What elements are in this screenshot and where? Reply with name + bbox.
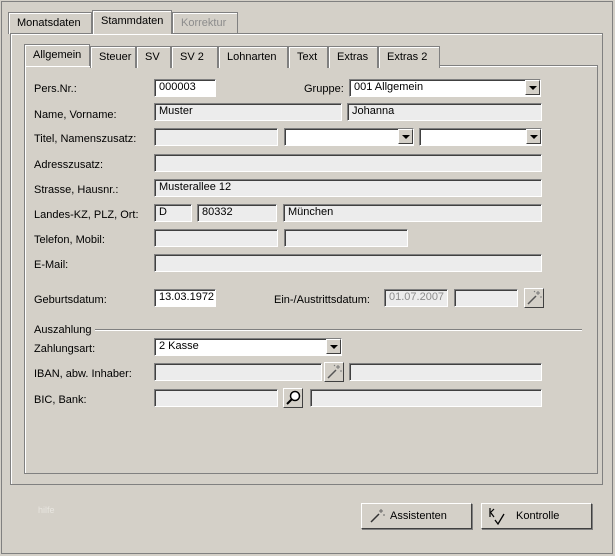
- adresszusatz-field[interactable]: [154, 154, 542, 172]
- strasse-label: Strasse, Hausnr.:: [34, 184, 119, 196]
- tab-label: SV: [145, 51, 160, 63]
- bank-field[interactable]: [310, 389, 542, 407]
- chevron-down-icon[interactable]: [398, 129, 413, 144]
- zahlungsart-label: Zahlungsart:: [34, 343, 96, 355]
- tab-korrektur[interactable]: Korrektur: [172, 12, 238, 34]
- tab-lohnarten[interactable]: Lohnarten: [218, 46, 288, 68]
- tab-label: Korrektur: [181, 17, 227, 29]
- bic-label: BIC, Bank:: [34, 394, 87, 406]
- email-field[interactable]: [154, 254, 542, 272]
- land-field[interactable]: D: [154, 204, 192, 222]
- einaus-label: Ein-/Austrittsdatum:: [274, 294, 370, 306]
- bic-search-button[interactable]: [283, 388, 303, 408]
- gruppe-value: 001 Allgemein: [354, 81, 424, 93]
- tab-sv[interactable]: SV: [136, 46, 171, 68]
- persnr-label: Pers.Nr.:: [34, 83, 77, 95]
- tab-steuer[interactable]: Steuer: [90, 46, 136, 68]
- check-icon: [489, 508, 505, 526]
- tab-monatsdaten[interactable]: Monatsdaten: [8, 12, 92, 34]
- geburt-field[interactable]: 13.03.1972: [154, 289, 216, 307]
- eintritt-wizard-button[interactable]: [524, 288, 544, 308]
- geburt-label: Geburtsdatum:: [34, 294, 107, 306]
- inhaber-field[interactable]: [349, 363, 542, 381]
- adresszusatz-label: Adresszusatz:: [34, 159, 104, 171]
- tab-text[interactable]: Text: [288, 46, 328, 68]
- tab-allgemein[interactable]: Allgemein: [24, 44, 90, 66]
- iban-field[interactable]: [154, 363, 322, 381]
- magic-wand-icon: [327, 364, 342, 379]
- magic-wand-icon: [370, 509, 385, 523]
- mobil-field[interactable]: [284, 229, 408, 247]
- eintritt-field[interactable]: 01.07.2007: [384, 289, 448, 307]
- chevron-down-icon[interactable]: [525, 80, 540, 95]
- tab-extras2[interactable]: Extras 2: [378, 46, 440, 68]
- iban-wizard-button[interactable]: [324, 362, 344, 382]
- tab-stammdaten[interactable]: Stammdaten: [92, 10, 172, 34]
- titel-field[interactable]: [154, 128, 278, 146]
- tab-sv2[interactable]: SV 2: [171, 46, 218, 68]
- name-label: Name, Vorname:: [34, 109, 117, 121]
- landes-label: Landes-KZ, PLZ, Ort:: [34, 209, 139, 221]
- zahlungsart-value: 2 Kasse: [159, 340, 199, 352]
- tab-label: Extras 2: [387, 51, 428, 63]
- kontrolle-label: Kontrolle: [516, 510, 560, 522]
- assistenten-button[interactable]: Assistenten: [361, 503, 472, 529]
- tab-extras[interactable]: Extras: [328, 46, 378, 68]
- auszahlung-group-label: Auszahlung: [34, 324, 95, 336]
- austritt-field[interactable]: [454, 289, 518, 307]
- magic-wand-icon: [527, 290, 542, 305]
- iban-label: IBAN, abw. Inhaber:: [34, 368, 132, 380]
- persnr-field[interactable]: 000003: [154, 79, 216, 97]
- strasse-field[interactable]: Musterallee 12: [154, 179, 542, 197]
- tab-label: Stammdaten: [101, 15, 164, 27]
- tab-label: Steuer: [99, 51, 132, 63]
- chevron-down-icon[interactable]: [326, 339, 341, 354]
- namenszusatz2-select[interactable]: [419, 128, 542, 146]
- zahlungsart-select[interactable]: 2 Kasse: [154, 338, 342, 356]
- tab-label: Lohnarten: [227, 51, 277, 63]
- magnifier-icon: [286, 390, 301, 405]
- name-field[interactable]: Muster: [154, 103, 342, 121]
- auszahlung-group-divider: [34, 329, 582, 331]
- gruppe-label: Gruppe:: [304, 83, 344, 95]
- tab-label: Text: [297, 51, 318, 63]
- email-label: E-Mail:: [34, 259, 69, 271]
- plz-field[interactable]: 80332: [197, 204, 277, 222]
- chevron-down-icon[interactable]: [526, 129, 541, 144]
- tab-label: Allgemein: [33, 49, 82, 61]
- namenszusatz-select[interactable]: [284, 128, 414, 146]
- tab-label: Extras: [337, 51, 369, 63]
- tab-label: Monatsdaten: [17, 17, 81, 29]
- assistenten-label: Assistenten: [390, 510, 447, 522]
- ort-field[interactable]: München: [283, 204, 542, 222]
- titel-label: Titel, Namenszusatz:: [34, 133, 137, 145]
- telefon-field[interactable]: [154, 229, 278, 247]
- telefon-label: Telefon, Mobil:: [34, 234, 105, 246]
- gruppe-select[interactable]: 001 Allgemein: [349, 79, 541, 97]
- bic-field[interactable]: [154, 389, 278, 407]
- vorname-field[interactable]: Johanna: [347, 103, 542, 121]
- help-text: hilfe: [38, 505, 55, 515]
- kontrolle-button[interactable]: Kontrolle: [481, 503, 592, 529]
- tab-label: SV 2: [180, 51, 204, 63]
